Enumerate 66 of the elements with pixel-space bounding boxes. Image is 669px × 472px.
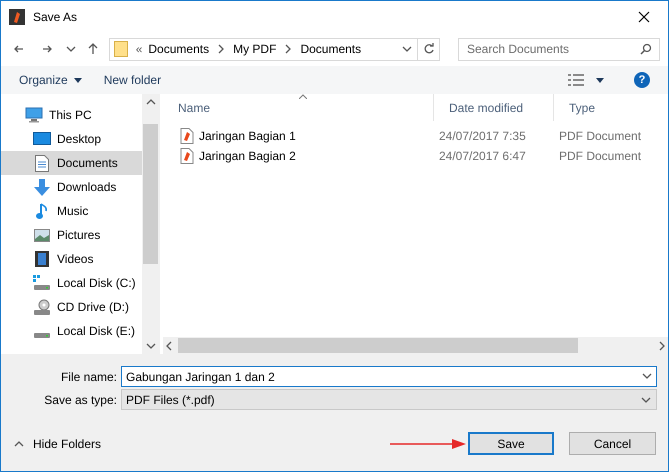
- file-row[interactable]: Jaringan Bagian 1 24/07/2017 7:35 PDF Document: [163, 126, 668, 146]
- sidebar-item[interactable]: Local Disk (C:): [1, 271, 142, 295]
- column-header[interactable]: Type: [554, 94, 668, 121]
- hide-folders-button[interactable]: Hide Folders: [13, 434, 102, 452]
- folder-icon: [114, 41, 128, 57]
- save-button[interactable]: Save: [468, 432, 554, 455]
- cancel-button[interactable]: Cancel: [569, 432, 656, 455]
- view-options-button[interactable]: [568, 74, 604, 86]
- search-field[interactable]: Search Documents: [458, 38, 660, 60]
- window-title: Save As: [33, 8, 78, 26]
- caret-icon: [596, 78, 604, 82]
- sidebar-item[interactable]: Music: [1, 199, 142, 223]
- breadcrumb[interactable]: Documents: [300, 40, 362, 58]
- sidebar-item[interactable]: Desktop: [1, 127, 142, 151]
- scrollbar-thumb[interactable]: [143, 124, 158, 264]
- sidebar-item[interactable]: Pictures: [1, 223, 142, 247]
- address-bar[interactable]: « Documents My PDF Documents: [108, 38, 440, 60]
- file-name: Jaringan Bagian 2: [199, 148, 296, 165]
- file-name-field[interactable]: Gabungan Jaringan 1 dan 2: [121, 366, 657, 387]
- file-name: Jaringan Bagian 1: [199, 128, 296, 145]
- column-header[interactable]: Name: [163, 94, 434, 121]
- breadcrumb[interactable]: Documents: [148, 40, 210, 58]
- column-header[interactable]: Date modified: [434, 94, 554, 121]
- picture-icon: [34, 228, 50, 242]
- music-note-icon: [36, 202, 48, 220]
- pdf-file-icon: [180, 148, 194, 164]
- scrollbar-thumb[interactable]: [178, 338, 578, 353]
- refresh-icon: [422, 43, 434, 55]
- organize-menu-button[interactable]: Organize: [19, 71, 82, 89]
- sidebar-item[interactable]: Downloads: [1, 175, 142, 199]
- list-view-icon: [568, 74, 584, 86]
- sidebar-item[interactable]: Documents: [1, 151, 142, 175]
- save-type-dropdown[interactable]: PDF Files (*.pdf): [121, 389, 657, 410]
- help-button[interactable]: ?: [634, 72, 650, 88]
- disc-drive-icon: [33, 298, 51, 316]
- download-arrow-icon: [34, 178, 50, 196]
- date-cell-text: 24/07/2017 6:47: [438, 148, 527, 165]
- computer-icon: [25, 107, 43, 123]
- date-cell-text: 24/07/2017 7:35: [438, 128, 527, 145]
- desktop-icon: [33, 132, 51, 146]
- save-type-label: Save as type:: [43, 392, 118, 408]
- up-arrow-icon: [86, 43, 99, 55]
- film-icon: [35, 251, 49, 267]
- file-name-label: File name:: [60, 368, 118, 386]
- pdf-file-icon: [180, 128, 194, 144]
- file-row[interactable]: Jaringan Bagian 2 24/07/2017 6:47 PDF Document: [163, 146, 668, 166]
- new-folder-button[interactable]: New folder: [104, 71, 162, 89]
- document-icon: [35, 154, 49, 172]
- search-icon: [640, 43, 652, 55]
- horizontal-scrollbar[interactable]: [163, 337, 668, 354]
- overflow-chevron[interactable]: «: [136, 40, 142, 58]
- breadcrumb[interactable]: My PDF: [233, 40, 276, 58]
- close-icon: [638, 10, 650, 22]
- sidebar-item[interactable]: CD Drive (D:): [1, 295, 142, 319]
- type-cell-text: PDF Document: [558, 148, 642, 165]
- forward-arrow-icon: [40, 43, 53, 55]
- sidebar-item[interactable]: This PC: [1, 103, 142, 127]
- drive-icon: [33, 275, 51, 291]
- type-cell-text: PDF Document: [558, 128, 642, 145]
- drive-icon: [34, 332, 50, 338]
- back-arrow-icon: [12, 43, 25, 55]
- app-logo-icon: [9, 8, 25, 24]
- vertical-scrollbar[interactable]: [142, 94, 159, 354]
- sidebar-item[interactable]: Videos: [1, 247, 142, 271]
- caret-icon: [74, 78, 82, 82]
- sidebar-item[interactable]: Local Disk (E:): [1, 319, 142, 343]
